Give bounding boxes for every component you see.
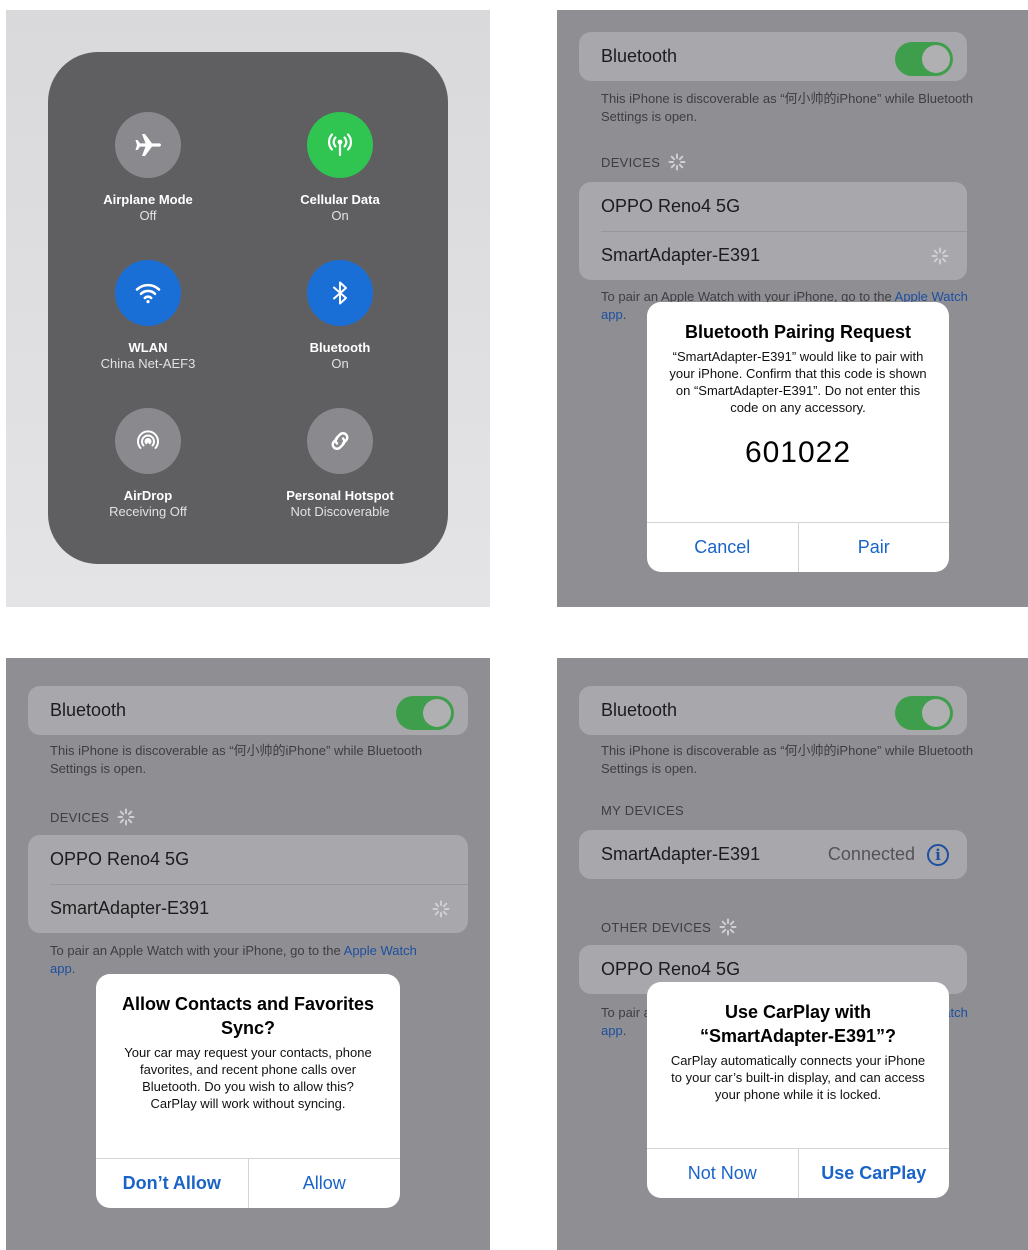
bluetooth-switch[interactable] xyxy=(895,696,953,730)
device-row-adapter[interactable]: SmartAdapter-E391 xyxy=(579,231,967,280)
device-row-oppo[interactable]: OPPO Reno4 5G xyxy=(579,182,967,231)
alert-title: Bluetooth Pairing Request xyxy=(684,322,911,342)
pairing-request-alert: Bluetooth Pairing Request “SmartAdapter-… xyxy=(647,302,949,572)
apple-watch-note: To pair an Apple Watch with your iPhone,… xyxy=(50,942,430,978)
watch-note-end: . xyxy=(622,1023,627,1038)
bluetooth-row: Bluetooth xyxy=(28,686,468,735)
watch-note-text: To pair an Apple Watch with your iPhone,… xyxy=(50,943,344,958)
device-name: SmartAdapter-E391 xyxy=(601,245,761,265)
carplay-alert: Use CarPlay with “SmartAdapter-E391”? Ca… xyxy=(647,982,949,1198)
watch-note-end: . xyxy=(622,307,627,322)
devices-header-label: DEVICES xyxy=(50,809,110,825)
spinner-icon xyxy=(931,247,949,264)
discoverable-note: This iPhone is discoverable as “何小帅的iPho… xyxy=(50,743,423,776)
other-devices-header: OTHER DEVICES xyxy=(601,918,737,936)
pairing-code: 601022 xyxy=(744,436,852,469)
my-devices-header: MY DEVICES xyxy=(601,803,684,818)
personal-hotspot-label: Personal Hotspot xyxy=(286,488,394,503)
info-icon[interactable]: i xyxy=(927,843,949,866)
contacts-sync-alert: Allow Contacts and Favorites Sync? Your … xyxy=(96,974,400,1208)
airdrop-status: Receiving Off xyxy=(109,504,187,519)
devices-list: OPPO Reno4 5G SmartAdapter-E391 xyxy=(579,182,967,280)
bluetooth-toggle-card: Bluetooth xyxy=(28,686,468,735)
pair-button[interactable]: Pair xyxy=(797,523,950,572)
bluetooth-toggle[interactable]: Bluetooth On xyxy=(240,260,440,372)
airdrop-toggle[interactable]: AirDrop Receiving Off xyxy=(48,408,248,520)
alert-title: Allow Contacts and Favorites Sync? xyxy=(121,994,375,1038)
bluetooth-label: Bluetooth xyxy=(309,340,371,355)
airplane-icon xyxy=(115,112,181,178)
spinner-icon xyxy=(719,918,737,936)
cellular-data-status: On xyxy=(331,208,349,223)
my-devices-list: SmartAdapter-E391 Connected i xyxy=(579,830,967,879)
control-center-panel: Airplane Mode Off Cellular Data On WLAN … xyxy=(6,10,490,607)
bluetooth-row-label: Bluetooth xyxy=(50,700,127,720)
bluetooth-icon xyxy=(307,260,373,326)
wifi-icon xyxy=(115,260,181,326)
wlan-toggle[interactable]: WLAN China Net-AEF3 xyxy=(48,260,248,372)
device-name: SmartAdapter-E391 xyxy=(50,898,210,918)
device-name: OPPO Reno4 5G xyxy=(50,849,190,869)
devices-list: OPPO Reno4 5G SmartAdapter-E391 xyxy=(28,835,468,933)
not-now-button[interactable]: Not Now xyxy=(647,1149,798,1198)
device-row-adapter[interactable]: SmartAdapter-E391 xyxy=(28,884,468,933)
discoverable-note: This iPhone is discoverable as “何小帅的iPho… xyxy=(601,743,974,776)
bluetooth-switch[interactable] xyxy=(396,696,454,730)
device-name: OPPO Reno4 5G xyxy=(601,196,741,216)
connection-status: Connected xyxy=(827,844,915,864)
wlan-label: WLAN xyxy=(128,340,168,355)
airdrop-label: AirDrop xyxy=(123,488,173,503)
bluetooth-settings-carplay: Bluetooth This iPhone is discoverable as… xyxy=(557,658,1028,1250)
alert-message: Your car may request your contacts, phon… xyxy=(124,1045,372,1111)
bluetooth-toggle-card: Bluetooth xyxy=(579,32,967,81)
alert-message: “SmartAdapter-E391” would like to pair w… xyxy=(669,349,927,415)
allow-button[interactable]: Allow xyxy=(247,1159,401,1208)
bluetooth-settings-contacts: Bluetooth This iPhone is discoverable as… xyxy=(6,658,490,1250)
bluetooth-switch[interactable] xyxy=(895,42,953,76)
use-carplay-button[interactable]: Use CarPlay xyxy=(797,1149,950,1198)
bluetooth-row: Bluetooth xyxy=(579,686,967,735)
bluetooth-settings-pairing: Bluetooth This iPhone is discoverable as… xyxy=(557,10,1028,607)
bluetooth-row-label: Bluetooth xyxy=(601,700,678,720)
spinner-icon xyxy=(668,153,686,171)
airplane-mode-label: Airplane Mode xyxy=(103,192,193,207)
airplane-mode-toggle[interactable]: Airplane Mode Off xyxy=(48,112,248,224)
device-row-oppo[interactable]: OPPO Reno4 5G xyxy=(28,835,468,884)
spinner-icon xyxy=(117,808,135,826)
device-name: OPPO Reno4 5G xyxy=(601,959,741,979)
hotspot-icon xyxy=(307,408,373,474)
cellular-data-toggle[interactable]: Cellular Data On xyxy=(240,112,440,224)
bluetooth-row: Bluetooth xyxy=(579,32,967,81)
device-name: SmartAdapter-E391 xyxy=(601,844,761,864)
devices-header: DEVICES xyxy=(601,153,686,171)
dont-allow-button[interactable]: Don’t Allow xyxy=(96,1159,248,1208)
personal-hotspot-toggle[interactable]: Personal Hotspot Not Discoverable xyxy=(240,408,440,520)
devices-header: DEVICES xyxy=(50,808,135,826)
watch-note-end: . xyxy=(71,961,76,976)
cancel-button[interactable]: Cancel xyxy=(647,523,798,572)
personal-hotspot-status: Not Discoverable xyxy=(290,504,390,519)
airdrop-icon xyxy=(115,408,181,474)
bluetooth-toggle-card: Bluetooth xyxy=(579,686,967,735)
wlan-network-name: China Net-AEF3 xyxy=(100,356,196,371)
device-row-adapter[interactable]: SmartAdapter-E391 Connected i xyxy=(579,830,967,879)
devices-header-label: DEVICES xyxy=(601,154,661,170)
cellular-data-label: Cellular Data xyxy=(300,192,380,207)
spinner-icon xyxy=(432,900,450,917)
airplane-mode-status: Off xyxy=(139,208,157,223)
bluetooth-status: On xyxy=(331,356,349,371)
other-devices-header-label: OTHER DEVICES xyxy=(601,919,712,935)
connectivity-module: Airplane Mode Off Cellular Data On WLAN … xyxy=(48,52,448,564)
antenna-icon xyxy=(307,112,373,178)
discoverable-note: This iPhone is discoverable as “何小帅的iPho… xyxy=(601,91,974,124)
alert-title: Use CarPlay with “SmartAdapter-E391”? xyxy=(699,1002,897,1046)
bluetooth-row-label: Bluetooth xyxy=(601,46,678,66)
alert-message: CarPlay automatically connects your iPho… xyxy=(670,1053,926,1102)
